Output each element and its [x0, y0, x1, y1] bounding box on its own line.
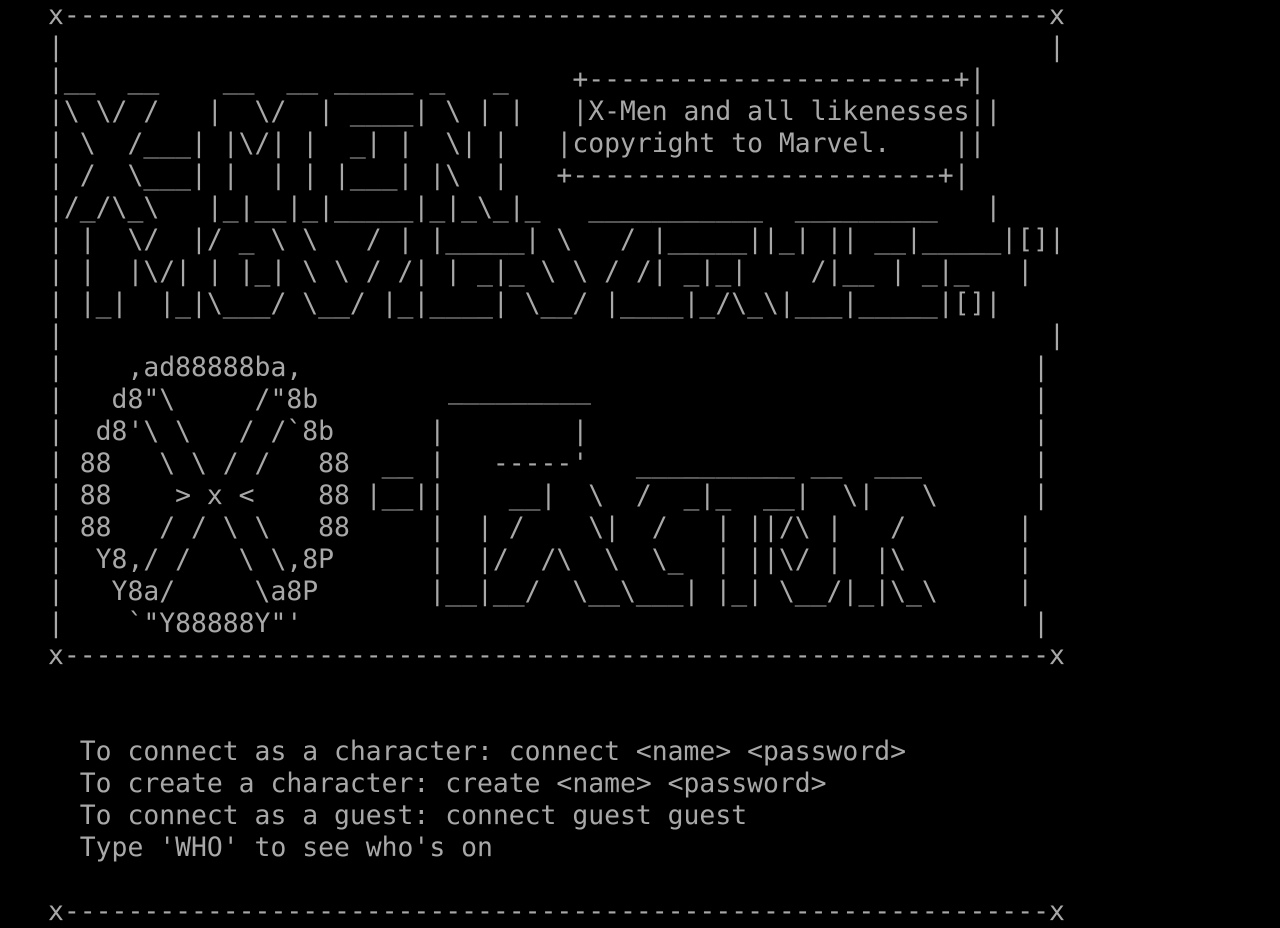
- footer-border: x---------------------------------------…: [48, 896, 1065, 927]
- login-instructions: To connect as a character: connect <name…: [0, 0, 1280, 928]
- who-instruction: Type 'WHO' to see who's on: [48, 832, 493, 863]
- connect-character-instruction: To connect as a character: connect <name…: [48, 736, 906, 767]
- connect-guest-instruction: To connect as a guest: connect guest gue…: [48, 800, 748, 831]
- create-character-instruction: To create a character: create <name> <pa…: [48, 768, 827, 799]
- terminal-window: x---------------------------------------…: [0, 0, 1280, 928]
